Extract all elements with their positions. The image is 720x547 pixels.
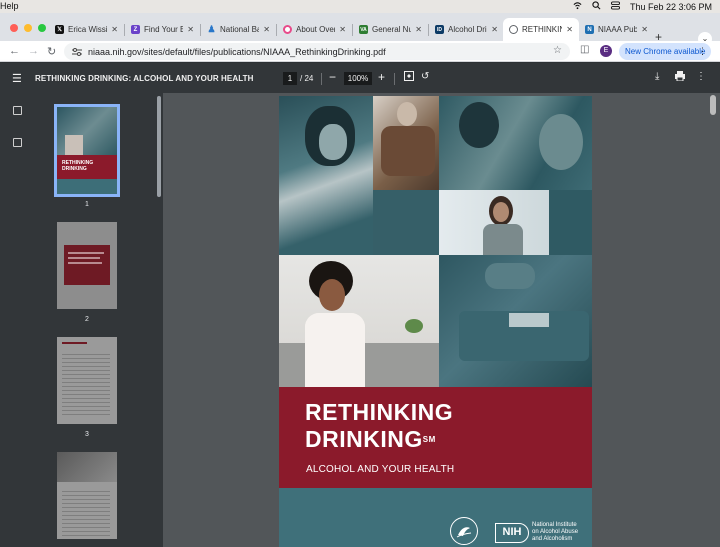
fit-page-icon[interactable] <box>404 71 414 84</box>
url-text[interactable]: niaaa.nih.gov/sites/default/files/public… <box>88 47 386 57</box>
cover-footer: NIH National Institute on Alcohol Abuse … <box>279 488 592 547</box>
outline-icon[interactable] <box>13 138 22 147</box>
pdf-toolbar: ☰ RETHINKING DRINKING: ALCOHOL AND YOUR … <box>0 63 720 93</box>
va-logo-icon: VA <box>359 25 368 34</box>
cover-photo-woman-desk <box>439 190 549 255</box>
close-icon[interactable]: ✕ <box>111 25 118 34</box>
minimize-window-button[interactable] <box>24 24 32 32</box>
close-icon[interactable]: ✕ <box>339 25 346 34</box>
zoom-window-button[interactable] <box>38 24 46 32</box>
bookmark-star-icon[interactable]: ☆ <box>553 45 562 56</box>
cover-photo-hands <box>439 255 592 387</box>
search-icon[interactable] <box>592 1 601 12</box>
cover-photo-teal-edge <box>549 190 592 255</box>
window-controls <box>10 24 46 32</box>
tab-find-your[interactable]: Z Find Your B ✕ <box>125 18 200 41</box>
system-menubar: Help Thu Feb 22 3:06 PM <box>0 0 720 13</box>
niaaa-name: National Institute on Alcohol Abuse and … <box>532 522 579 542</box>
page-total: / 24 <box>300 74 314 83</box>
close-icon[interactable]: ✕ <box>566 25 573 34</box>
tab-national[interactable]: ♟ National Ba ✕ <box>201 18 276 41</box>
thumbnail-page-1[interactable]: RETHINKING DRINKING 1 <box>54 104 120 208</box>
back-arrow-icon[interactable]: ← <box>9 45 20 57</box>
close-icon[interactable]: ✕ <box>491 25 498 34</box>
id-logo-icon: ID <box>435 25 444 34</box>
globe-icon <box>283 25 292 34</box>
nih-logo: NIH <box>495 523 529 543</box>
cover-photo-hug <box>373 96 439 190</box>
cover-photo-woman-smiling <box>279 96 373 255</box>
pdf-sidebar-rail <box>0 93 34 547</box>
print-icon[interactable] <box>675 71 685 84</box>
more-menu-icon[interactable]: ⋮ <box>698 46 707 57</box>
tab-alcohol[interactable]: ID Alcohol Drin ✕ <box>429 18 504 41</box>
hamburger-menu-icon[interactable]: ☰ <box>12 72 22 85</box>
globe-icon <box>509 25 518 34</box>
tab-about[interactable]: About Over ✕ <box>277 18 352 41</box>
cover-photo-friends <box>439 96 592 190</box>
pdf-title: RETHINKING DRINKING: ALCOHOL AND YOUR HE… <box>35 74 254 83</box>
cover-photo-woman-thinking <box>279 255 439 387</box>
more-options-icon[interactable]: ⋮ <box>696 71 706 82</box>
clock[interactable]: Thu Feb 22 3:06 PM <box>630 2 712 12</box>
x-logo-icon: 𝕏 <box>55 25 64 34</box>
cover-photo-teal-block <box>373 190 439 255</box>
forward-arrow-icon[interactable]: → <box>28 45 39 57</box>
address-bar[interactable]: niaaa.nih.gov/sites/default/files/public… <box>64 43 570 60</box>
close-icon[interactable]: ✕ <box>415 25 422 34</box>
sidebar-scrollbar[interactable] <box>157 96 161 197</box>
pdf-cover-page: RETHINKING DRINKINGSM ALCOHOL AND YOUR H… <box>279 96 592 547</box>
n-logo-icon: N <box>585 25 594 34</box>
zoom-out-button[interactable]: − <box>329 70 336 84</box>
close-window-button[interactable] <box>10 24 18 32</box>
wifi-icon[interactable] <box>573 1 582 12</box>
tab-rethinking[interactable]: RETHINKIN ✕ <box>503 18 579 41</box>
close-icon[interactable]: ✕ <box>641 25 648 34</box>
reload-icon[interactable]: ↻ <box>47 45 56 58</box>
download-icon[interactable]: ⤓ <box>655 71 659 82</box>
tab-erica[interactable]: 𝕏 Erica Wissi ✕ <box>49 18 124 41</box>
service-mark: SM <box>422 435 436 444</box>
site-info-icon[interactable] <box>72 47 82 56</box>
thumbnail-page-4[interactable] <box>57 452 117 539</box>
close-icon[interactable]: ✕ <box>187 25 194 34</box>
thumbnail-page-3[interactable]: 3 <box>57 337 117 438</box>
rotate-icon[interactable]: ↺ <box>421 71 429 82</box>
tab-general[interactable]: VA General Nu ✕ <box>353 18 428 41</box>
person-icon: ♟ <box>207 24 216 34</box>
side-panel-icon[interactable]: ◫ <box>580 44 589 55</box>
zoom-input[interactable]: 100% <box>344 72 372 85</box>
cover-title-banner: RETHINKING DRINKINGSM ALCOHOL AND YOUR H… <box>279 387 592 488</box>
cover-subtitle: ALCOHOL AND YOUR HEALTH <box>306 464 455 475</box>
close-icon[interactable]: ✕ <box>263 25 270 34</box>
control-center-icon[interactable] <box>610 1 620 12</box>
cover-title-line1: RETHINKING <box>305 399 454 425</box>
page-number-input[interactable]: 1 <box>283 72 297 85</box>
tab-niaaa[interactable]: N NIAAA Publ ✕ <box>579 18 654 41</box>
browser-toolbar: ← → ↻ niaaa.nih.gov/sites/default/files/… <box>0 41 720 62</box>
cover-title-line2: DRINKING <box>305 426 423 452</box>
hhs-seal-icon <box>449 516 479 547</box>
thumbnail-page-2[interactable]: 2 <box>57 222 117 323</box>
thumbnails-icon[interactable] <box>13 106 22 115</box>
profile-avatar[interactable]: E <box>600 45 612 57</box>
tab-strip: 𝕏 Erica Wissi ✕ Z Find Your B ✕ ♟ Nation… <box>0 13 720 46</box>
update-chrome-button[interactable]: New Chrome available ⋮ <box>619 43 711 60</box>
viewer-scrollbar[interactable] <box>707 93 720 547</box>
zoom-in-button[interactable]: + <box>378 70 385 84</box>
menu-help[interactable]: Help <box>0 1 19 11</box>
z-logo-icon: Z <box>131 25 140 34</box>
